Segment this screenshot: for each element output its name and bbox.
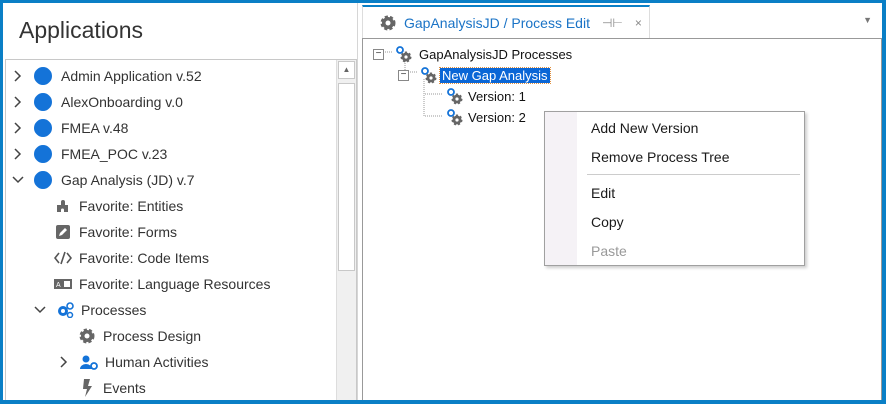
puzzle-icon: [54, 197, 72, 215]
menu-item-copy[interactable]: Copy: [591, 214, 624, 230]
node-label: New Gap Analysis: [439, 66, 551, 84]
tree-node-root[interactable]: − GapAnalysisJD Processes: [373, 44, 572, 64]
node-label: Version: 1: [468, 88, 526, 104]
item-label: Process Design: [103, 328, 202, 344]
pin-icon[interactable]: ⊣⊢: [602, 16, 623, 30]
chevron-right-icon[interactable]: [12, 96, 24, 108]
menu-item-remove-process-tree[interactable]: Remove Process Tree: [591, 149, 730, 165]
menu-icon-strip: [545, 112, 577, 265]
events[interactable]: Events: [78, 375, 146, 400]
svg-text:A: A: [56, 282, 61, 289]
favorite-forms[interactable]: Favorite: Forms: [54, 219, 177, 245]
gears-icon: [56, 301, 74, 319]
context-menu: Add New Version Remove Process Tree Edit…: [544, 111, 805, 266]
app-icon: [34, 145, 52, 163]
processes-node[interactable]: Processes: [34, 297, 146, 323]
app-label: Gap Analysis (JD) v.7: [61, 172, 195, 188]
menu-separator: [587, 174, 800, 175]
human-activities[interactable]: Human Activities: [58, 349, 208, 375]
app-label: FMEA_POC v.23: [61, 146, 168, 162]
item-label: Events: [103, 380, 146, 396]
window: Applications Admin Application v.52 Alex…: [3, 3, 882, 400]
app-item-alexonboarding[interactable]: AlexOnboarding v.0: [12, 89, 183, 115]
user-gear-icon: [80, 353, 98, 371]
process-gear-icon: [446, 108, 464, 126]
close-tab-button[interactable]: ×: [635, 16, 642, 30]
menu-item-add-new-version[interactable]: Add New Version: [591, 120, 698, 136]
item-label: Favorite: Code Items: [79, 250, 209, 266]
tree-node-version[interactable]: Version: 2: [446, 107, 526, 127]
pencil-icon: [54, 223, 72, 241]
tab-dropdown-icon[interactable]: ▼: [863, 15, 872, 25]
gear-icon: [78, 327, 96, 345]
process-gear-icon: [420, 66, 438, 84]
process-design[interactable]: Process Design: [78, 323, 201, 349]
scrollbar-thumb[interactable]: [338, 83, 355, 271]
chevron-down-icon[interactable]: [34, 304, 46, 316]
applications-panel: Applications Admin Application v.52 Alex…: [3, 3, 358, 400]
favorite-language-resources[interactable]: A Favorite: Language Resources: [54, 271, 270, 297]
item-label: Favorite: Language Resources: [79, 276, 271, 292]
process-tree[interactable]: − GapAnalysisJD Processes − New Gap Analys…: [362, 38, 882, 400]
panel-title: Applications: [19, 17, 144, 43]
menu-item-paste: Paste: [591, 243, 627, 259]
app-item-fmea[interactable]: FMEA v.48: [12, 115, 128, 141]
lightning-icon: [78, 379, 96, 397]
app-item-admin[interactable]: Admin Application v.52: [12, 63, 202, 89]
node-label: Version: 2: [468, 109, 526, 125]
scroll-up-button[interactable]: ▲: [338, 61, 355, 79]
app-icon: [34, 67, 52, 85]
editor-panel: GapAnalysisJD / Process Edit ⊣⊢ × ▼ − Gap…: [362, 3, 882, 400]
tab-process-edit[interactable]: GapAnalysisJD / Process Edit ⊣⊢ ×: [362, 5, 650, 38]
tab-label: GapAnalysisJD / Process Edit: [404, 14, 590, 31]
item-label: Human Activities: [105, 354, 209, 370]
chevron-right-icon[interactable]: [12, 148, 24, 160]
process-gear-icon: [446, 87, 464, 105]
chevron-down-icon[interactable]: [12, 174, 24, 186]
language-icon: A: [54, 275, 72, 293]
vertical-scrollbar[interactable]: ▲: [336, 60, 356, 400]
collapse-icon[interactable]: −: [373, 48, 384, 60]
applications-tree[interactable]: Admin Application v.52 AlexOnboarding v.…: [5, 59, 357, 400]
menu-item-edit[interactable]: Edit: [591, 185, 615, 201]
chevron-right-icon[interactable]: [12, 122, 24, 134]
tree-node-version[interactable]: Version: 1: [446, 86, 526, 106]
app-icon: [34, 171, 52, 189]
chevron-right-icon[interactable]: [12, 70, 24, 82]
app-label: FMEA v.48: [61, 120, 129, 136]
item-label: Favorite: Forms: [79, 224, 178, 240]
favorite-entities[interactable]: Favorite: Entities: [54, 193, 183, 219]
item-label: Processes: [81, 302, 147, 318]
app-icon: [34, 119, 52, 137]
code-icon: [54, 249, 72, 267]
favorite-code-items[interactable]: Favorite: Code Items: [54, 245, 209, 271]
gear-icon: [379, 14, 397, 32]
app-label: AlexOnboarding v.0: [61, 94, 183, 110]
tree-node-process[interactable]: − New Gap Analysis: [398, 65, 551, 85]
app-label: Admin Application v.52: [61, 68, 202, 84]
process-gear-icon: [395, 45, 413, 63]
app-item-fmea-poc[interactable]: FMEA_POC v.23: [12, 141, 167, 167]
app-icon: [34, 93, 52, 111]
node-label: GapAnalysisJD Processes: [419, 46, 573, 62]
app-item-gap-analysis[interactable]: Gap Analysis (JD) v.7: [12, 167, 195, 193]
chevron-right-icon[interactable]: [58, 356, 70, 368]
collapse-icon[interactable]: −: [398, 69, 409, 81]
item-label: Favorite: Entities: [79, 198, 184, 214]
